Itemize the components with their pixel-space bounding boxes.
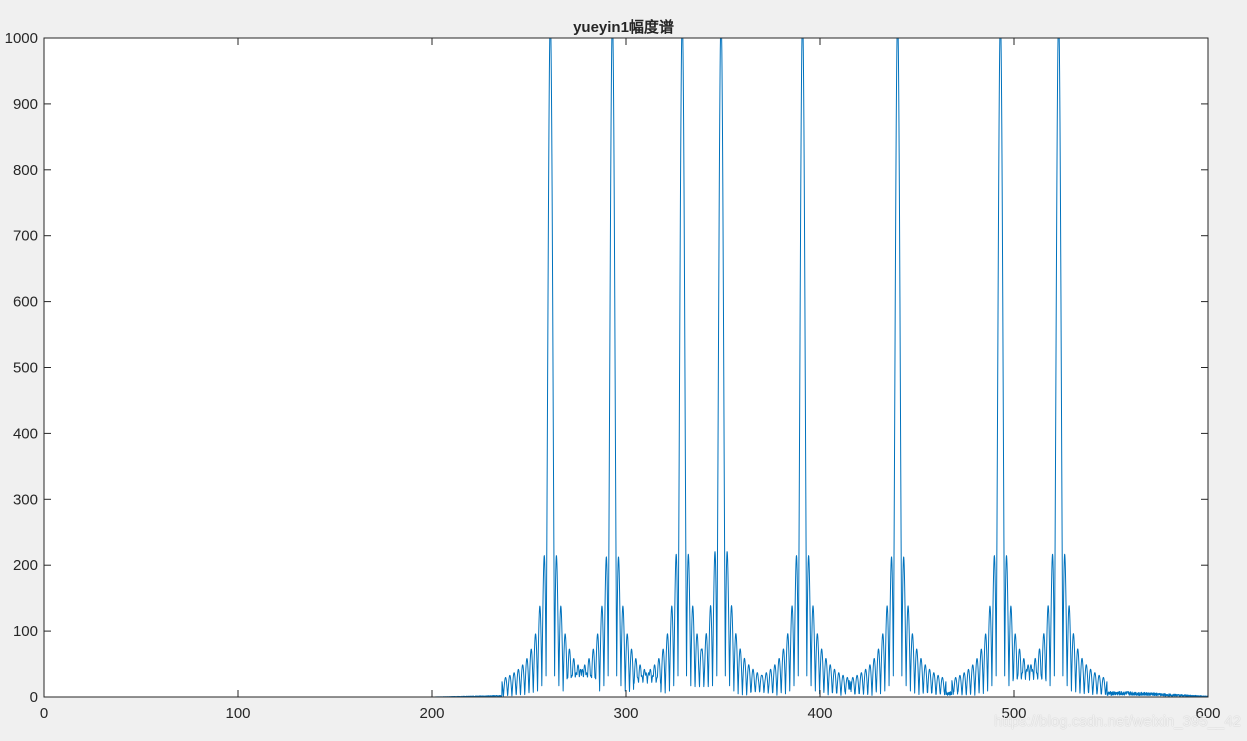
y-tick-label: 0 bbox=[30, 689, 38, 706]
magnitude-spectrum-chart[interactable]: 0100200300400500600010020030040050060070… bbox=[0, 0, 1247, 736]
x-tick-label: 300 bbox=[613, 705, 638, 722]
y-tick-label: 700 bbox=[13, 228, 38, 245]
x-tick-label: 100 bbox=[225, 705, 250, 722]
watermark: https://blog.csdn.net/weixin_395__42 bbox=[994, 713, 1241, 730]
x-tick-label: 400 bbox=[807, 705, 832, 722]
y-tick-label: 300 bbox=[13, 491, 38, 508]
x-tick-label: 200 bbox=[419, 705, 444, 722]
chart-title: yueyin1幅度谱 bbox=[0, 16, 1247, 37]
x-tick-label: 0 bbox=[40, 705, 48, 722]
figure-window: yueyin1幅度谱 0 100 200 300 400 500 600 0 100 200 300… bbox=[0, 0, 1247, 736]
y-tick-label: 400 bbox=[13, 425, 38, 442]
plot-area bbox=[44, 38, 1208, 697]
y-tick-label: 800 bbox=[13, 162, 38, 179]
y-tick-label: 900 bbox=[13, 96, 38, 113]
y-tick-label: 600 bbox=[13, 294, 38, 311]
y-tick-label: 500 bbox=[13, 360, 38, 377]
y-tick-label: 100 bbox=[13, 623, 38, 640]
y-tick-label: 200 bbox=[13, 557, 38, 574]
